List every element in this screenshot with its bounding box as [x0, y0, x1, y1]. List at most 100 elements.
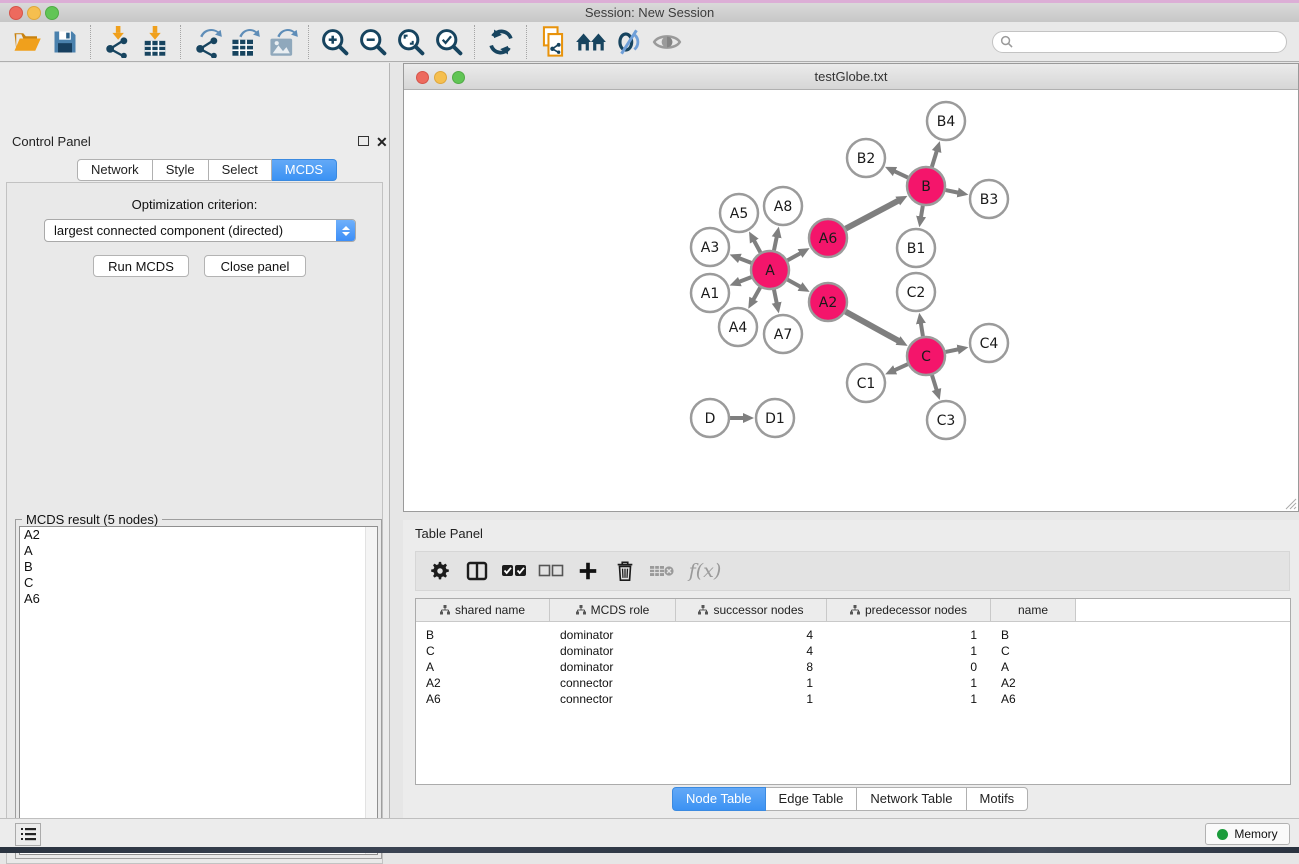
cell-name[interactable]: A2	[991, 676, 1076, 690]
cell-mcds-role[interactable]: dominator	[550, 660, 676, 674]
window-resize-grip[interactable]	[1284, 497, 1297, 510]
table-row[interactable]: B dominator 4 1 B	[416, 627, 1290, 643]
cell-predecessor-nodes[interactable]: 1	[827, 644, 991, 658]
table-row[interactable]: A dominator 8 0 A	[416, 659, 1290, 675]
result-list-scrollbar[interactable]	[365, 527, 377, 854]
result-item[interactable]: A6	[20, 591, 377, 607]
table-row[interactable]: A2 connector 1 1 A2	[416, 675, 1290, 691]
cell-name[interactable]: C	[991, 644, 1076, 658]
edge-A6-B[interactable]	[846, 201, 899, 229]
save-session-button[interactable]	[46, 25, 84, 59]
tab-style[interactable]: Style	[153, 159, 209, 181]
export-network-button[interactable]	[188, 25, 226, 59]
export-table-button[interactable]	[226, 25, 264, 59]
cell-successor-nodes[interactable]: 4	[676, 644, 827, 658]
edge-A-A8[interactable]	[774, 236, 777, 250]
select-all-columns-button[interactable]	[500, 557, 528, 585]
edge-B-B4[interactable]	[932, 151, 937, 167]
tab-motifs[interactable]: Motifs	[967, 787, 1029, 811]
open-session-button[interactable]	[8, 25, 46, 59]
cell-predecessor-nodes[interactable]: 0	[827, 660, 991, 674]
close-panel-button[interactable]: Close panel	[204, 255, 306, 277]
edge-C-C1[interactable]	[894, 364, 907, 370]
cell-successor-nodes[interactable]: 4	[676, 628, 827, 642]
maximize-window-button[interactable]	[45, 6, 59, 20]
show-column-panel-button[interactable]	[463, 557, 491, 585]
result-item[interactable]: C	[20, 575, 377, 591]
cell-shared-name[interactable]: C	[416, 644, 550, 658]
cell-successor-nodes[interactable]: 1	[676, 676, 827, 690]
table-settings-button[interactable]	[426, 557, 454, 585]
search-field[interactable]	[992, 31, 1287, 53]
result-item[interactable]: B	[20, 559, 377, 575]
edge-C-C3[interactable]	[932, 375, 937, 390]
column-header-mcds-role[interactable]: MCDS role	[550, 599, 676, 621]
cell-predecessor-nodes[interactable]: 1	[827, 692, 991, 706]
edge-C-C2[interactable]	[921, 323, 923, 337]
column-header-predecessor-nodes[interactable]: predecessor nodes	[827, 599, 991, 621]
criterion-select[interactable]: largest connected component (directed)	[44, 219, 356, 242]
network-window-titlebar[interactable]: testGlobe.txt	[404, 64, 1298, 90]
edge-A-A6[interactable]	[788, 253, 801, 260]
unselect-all-columns-button[interactable]	[537, 557, 565, 585]
cell-name[interactable]: A6	[991, 692, 1076, 706]
tab-node-table[interactable]: Node Table	[672, 787, 766, 811]
edge-A-A3[interactable]	[739, 258, 751, 263]
column-header-successor-nodes[interactable]: successor nodes	[676, 599, 827, 621]
export-image-button[interactable]	[264, 25, 302, 59]
search-input[interactable]	[1017, 34, 1286, 50]
cell-predecessor-nodes[interactable]: 1	[827, 628, 991, 642]
show-details-button[interactable]	[648, 25, 686, 59]
edge-A-A1[interactable]	[739, 277, 751, 282]
task-history-button[interactable]	[15, 823, 41, 846]
run-mcds-button[interactable]: Run MCDS	[93, 255, 189, 277]
edge-A-A5[interactable]	[754, 240, 761, 252]
cell-mcds-role[interactable]: dominator	[550, 644, 676, 658]
edge-A2-C[interactable]	[846, 312, 899, 341]
zoom-in-button[interactable]	[316, 25, 354, 59]
tab-select[interactable]: Select	[209, 159, 272, 181]
cell-name[interactable]: B	[991, 628, 1076, 642]
edge-B-B1[interactable]	[921, 206, 923, 218]
edge-B-B2[interactable]	[894, 171, 908, 177]
cell-shared-name[interactable]: A	[416, 660, 550, 674]
cell-successor-nodes[interactable]: 8	[676, 660, 827, 674]
minimize-window-button[interactable]	[27, 6, 41, 20]
control-panel-close-button[interactable]: ✕	[376, 137, 388, 147]
tab-network-table[interactable]: Network Table	[857, 787, 966, 811]
cell-shared-name[interactable]: A2	[416, 676, 550, 690]
import-network-button[interactable]	[98, 25, 136, 59]
edge-C-C4[interactable]	[946, 349, 959, 352]
cell-mcds-role[interactable]: connector	[550, 692, 676, 706]
mcds-result-list[interactable]: A2 A B C A6	[19, 526, 378, 855]
network-window-minimize-button[interactable]	[434, 71, 447, 84]
network-window-close-button[interactable]	[416, 71, 429, 84]
delete-column-button[interactable]	[611, 557, 639, 585]
zoom-selected-button[interactable]	[430, 25, 468, 59]
result-item[interactable]: A2	[20, 527, 377, 543]
table-row[interactable]: A6 connector 1 1 A6	[416, 691, 1290, 707]
hide-style-button[interactable]	[610, 25, 648, 59]
create-column-button[interactable]	[574, 557, 602, 585]
control-panel-float-button[interactable]	[358, 136, 369, 146]
tab-network[interactable]: Network	[77, 159, 153, 181]
cell-name[interactable]: A	[991, 660, 1076, 674]
result-item[interactable]: A	[20, 543, 377, 559]
cell-shared-name[interactable]: A6	[416, 692, 550, 706]
zoom-out-button[interactable]	[354, 25, 392, 59]
network-window-maximize-button[interactable]	[452, 71, 465, 84]
memory-button[interactable]: Memory	[1205, 823, 1290, 845]
cell-mcds-role[interactable]: connector	[550, 676, 676, 690]
edge-A-A7[interactable]	[774, 290, 777, 304]
tab-edge-table[interactable]: Edge Table	[766, 787, 858, 811]
cell-predecessor-nodes[interactable]: 1	[827, 676, 991, 690]
cell-successor-nodes[interactable]: 1	[676, 692, 827, 706]
edge-B-B3[interactable]	[946, 190, 959, 193]
column-header-name[interactable]: name	[991, 599, 1076, 621]
import-table-button[interactable]	[136, 25, 174, 59]
home-button[interactable]	[572, 25, 610, 59]
refresh-button[interactable]	[482, 25, 520, 59]
cell-shared-name[interactable]: B	[416, 628, 550, 642]
table-row[interactable]: C dominator 4 1 C	[416, 643, 1290, 659]
network-graph-canvas[interactable]: B4B2BB3B1A5A8A6A3AA1A2C2A4A7CC4C1C3DD1	[405, 90, 1297, 510]
